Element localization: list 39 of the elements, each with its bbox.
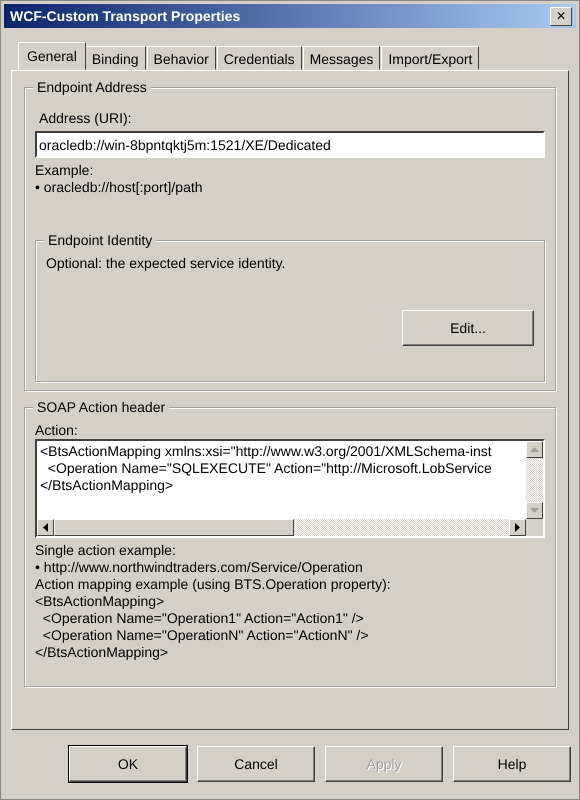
action-text-area[interactable]: <BtsActionMapping xmlns:xsi="http://www.w3.org/2001/XMLSchema-inst <Operation Name="SQLEXECUTE" Action="http://Microsoft.LobService </BtsActionMapping> [35,439,545,538]
tab[interactable]: General [18,42,86,70]
down-arrow-icon [530,508,539,513]
tab[interactable]: Import/Export [381,46,480,70]
address-field[interactable]: oracledb://win-8bpntqktj5m:1521/XE/Dedicated [35,131,545,158]
code-line: </BtsActionMapping> [40,477,174,494]
address-label: Address (URI): [39,110,133,127]
example-text: • oracledb://host[:port]/path [35,179,204,196]
code-line: <BtsActionMapping xmlns:xsi="http://www.w3.org/2001/XMLSchema-inst [40,443,493,460]
dialog-button[interactable]: OK [69,746,187,782]
example-text: Example: [35,162,94,179]
help-text: • http://www.northwindtraders.com/Service/Operation [35,559,364,576]
help-text: </BtsActionMapping> [35,644,170,661]
tab[interactable]: Credentials [216,46,302,70]
tab[interactable]: Behavior [146,46,216,70]
window-title: WCF-Custom Transport Properties [10,6,240,26]
identity-description: Optional: the expected service identity. [46,255,286,272]
scroll-left-button[interactable] [37,519,54,536]
action-label: Action: [35,422,79,439]
dialog-button[interactable]: Help [453,746,571,782]
left-arrow-icon [43,523,48,532]
help-text: <Operation Name="OperationN" Action="ActionN" /> [42,627,370,644]
scroll-up-button[interactable] [526,441,543,458]
help-text: Single action example: [35,542,177,559]
scrollbar-corner [526,519,543,536]
dialog-button[interactable]: Cancel [197,746,315,782]
up-arrow-icon [530,447,539,452]
right-arrow-icon [515,523,520,532]
scroll-right-button[interactable] [509,519,526,536]
tab[interactable]: Messages [302,46,380,70]
close-button[interactable]: × [550,6,572,26]
code-line: <Operation Name="SQLEXECUTE" Action="http://Microsoft.LobService [46,460,493,477]
scroll-down-button[interactable] [526,502,543,519]
help-text: Action mapping example (using BTS.Operation property): [35,576,392,593]
help-text: <BtsActionMapping> [35,593,166,610]
tab[interactable]: Binding [84,46,146,70]
help-text: <Operation Name="Operation1" Action="Action1" /> [42,610,365,627]
scroll-thumb[interactable] [54,519,294,536]
edit-button[interactable]: Edit... [402,310,534,346]
